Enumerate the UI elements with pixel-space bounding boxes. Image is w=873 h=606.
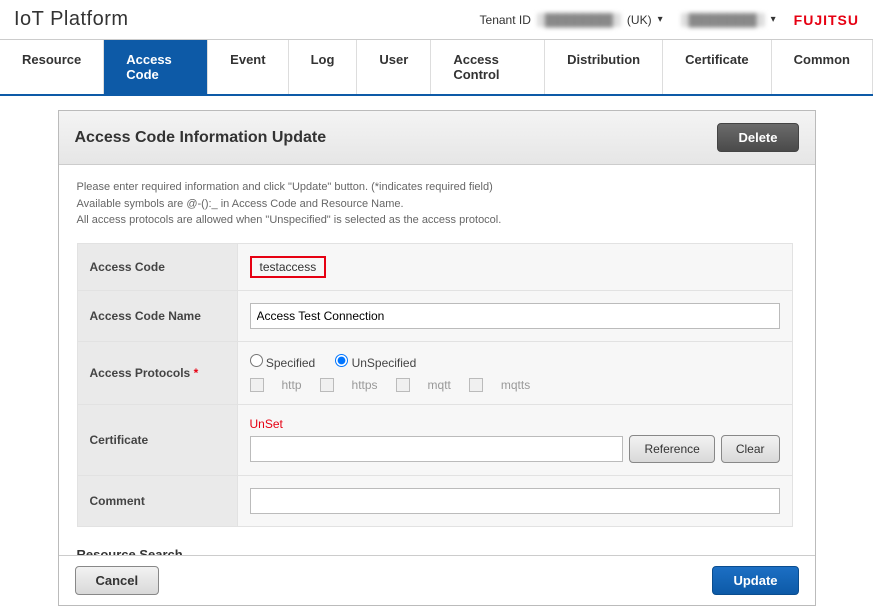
nav-access-control[interactable]: Access Control bbox=[431, 40, 545, 94]
form-table: Access Code testaccess Access Code Name … bbox=[77, 243, 793, 527]
header-right: Tenant ID ████████ (UK) ▾ ████████ ▾ FUJ… bbox=[480, 12, 859, 28]
clear-button[interactable]: Clear bbox=[721, 435, 780, 463]
chevron-down-icon: ▾ bbox=[771, 14, 776, 25]
app-header: IoT Platform Tenant ID ████████ (UK) ▾ █… bbox=[0, 0, 873, 40]
main-panel: Access Code Information Update Delete Pl… bbox=[58, 110, 816, 606]
delete-button[interactable]: Delete bbox=[717, 123, 798, 152]
access-code-name-label: Access Code Name bbox=[77, 290, 237, 341]
access-code-value: testaccess bbox=[250, 256, 327, 278]
checkbox-https[interactable] bbox=[320, 378, 334, 392]
update-button[interactable]: Update bbox=[712, 566, 798, 595]
nav-user[interactable]: User bbox=[357, 40, 431, 94]
nav-resource[interactable]: Resource bbox=[0, 40, 104, 94]
tenant-label: Tenant ID bbox=[480, 13, 531, 27]
comment-label: Comment bbox=[77, 475, 237, 526]
checkbox-http[interactable] bbox=[250, 378, 264, 392]
nav-access-code[interactable]: Access Code bbox=[104, 40, 208, 94]
nav-distribution[interactable]: Distribution bbox=[545, 40, 663, 94]
access-protocols-label: Access Protocols * bbox=[77, 341, 237, 404]
certificate-status: UnSet bbox=[250, 417, 780, 431]
radio-specified[interactable]: Specified bbox=[250, 354, 316, 370]
app-logo: IoT Platform bbox=[14, 8, 129, 31]
help-text: Please enter required information and cl… bbox=[59, 165, 811, 243]
protocol-radio-row: Specified UnSpecified bbox=[250, 354, 780, 370]
radio-unspecified[interactable]: UnSpecified bbox=[335, 354, 416, 370]
help-line: All access protocols are allowed when "U… bbox=[77, 212, 793, 229]
nav-log[interactable]: Log bbox=[289, 40, 358, 94]
comment-input[interactable] bbox=[250, 488, 780, 514]
protocol-check-row: http https mqtt mqtts bbox=[250, 378, 780, 392]
reference-button[interactable]: Reference bbox=[629, 435, 714, 463]
resource-search-title: Resource Search bbox=[59, 537, 811, 556]
required-star: * bbox=[194, 366, 199, 380]
user-selector[interactable]: ████████ ▾ bbox=[681, 13, 776, 27]
chevron-down-icon: ▾ bbox=[658, 14, 663, 25]
user-value: ████████ bbox=[681, 13, 765, 27]
checkbox-mqtt[interactable] bbox=[396, 378, 410, 392]
panel-header: Access Code Information Update Delete bbox=[59, 111, 815, 165]
tenant-region: (UK) bbox=[627, 13, 652, 27]
nav-event[interactable]: Event bbox=[208, 40, 288, 94]
certificate-label: Certificate bbox=[77, 404, 237, 475]
cancel-button[interactable]: Cancel bbox=[75, 566, 160, 595]
help-line: Please enter required information and cl… bbox=[77, 179, 793, 196]
checkbox-mqtts[interactable] bbox=[469, 378, 483, 392]
access-code-label: Access Code bbox=[77, 243, 237, 290]
main-nav: Resource Access Code Event Log User Acce… bbox=[0, 40, 873, 96]
access-code-name-input[interactable] bbox=[250, 303, 780, 329]
nav-certificate[interactable]: Certificate bbox=[663, 40, 772, 94]
scroll-area[interactable]: Please enter required information and cl… bbox=[59, 165, 815, 555]
nav-common[interactable]: Common bbox=[772, 40, 873, 94]
certificate-input[interactable] bbox=[250, 436, 624, 462]
tenant-selector[interactable]: Tenant ID ████████ (UK) ▾ bbox=[480, 13, 663, 27]
brand-logo: FUJITSU bbox=[794, 12, 859, 28]
tenant-value: ████████ bbox=[537, 13, 621, 27]
panel-title: Access Code Information Update bbox=[75, 129, 327, 147]
panel-footer: Cancel Update bbox=[59, 555, 815, 605]
help-line: Available symbols are @-():_ in Access C… bbox=[77, 196, 793, 213]
